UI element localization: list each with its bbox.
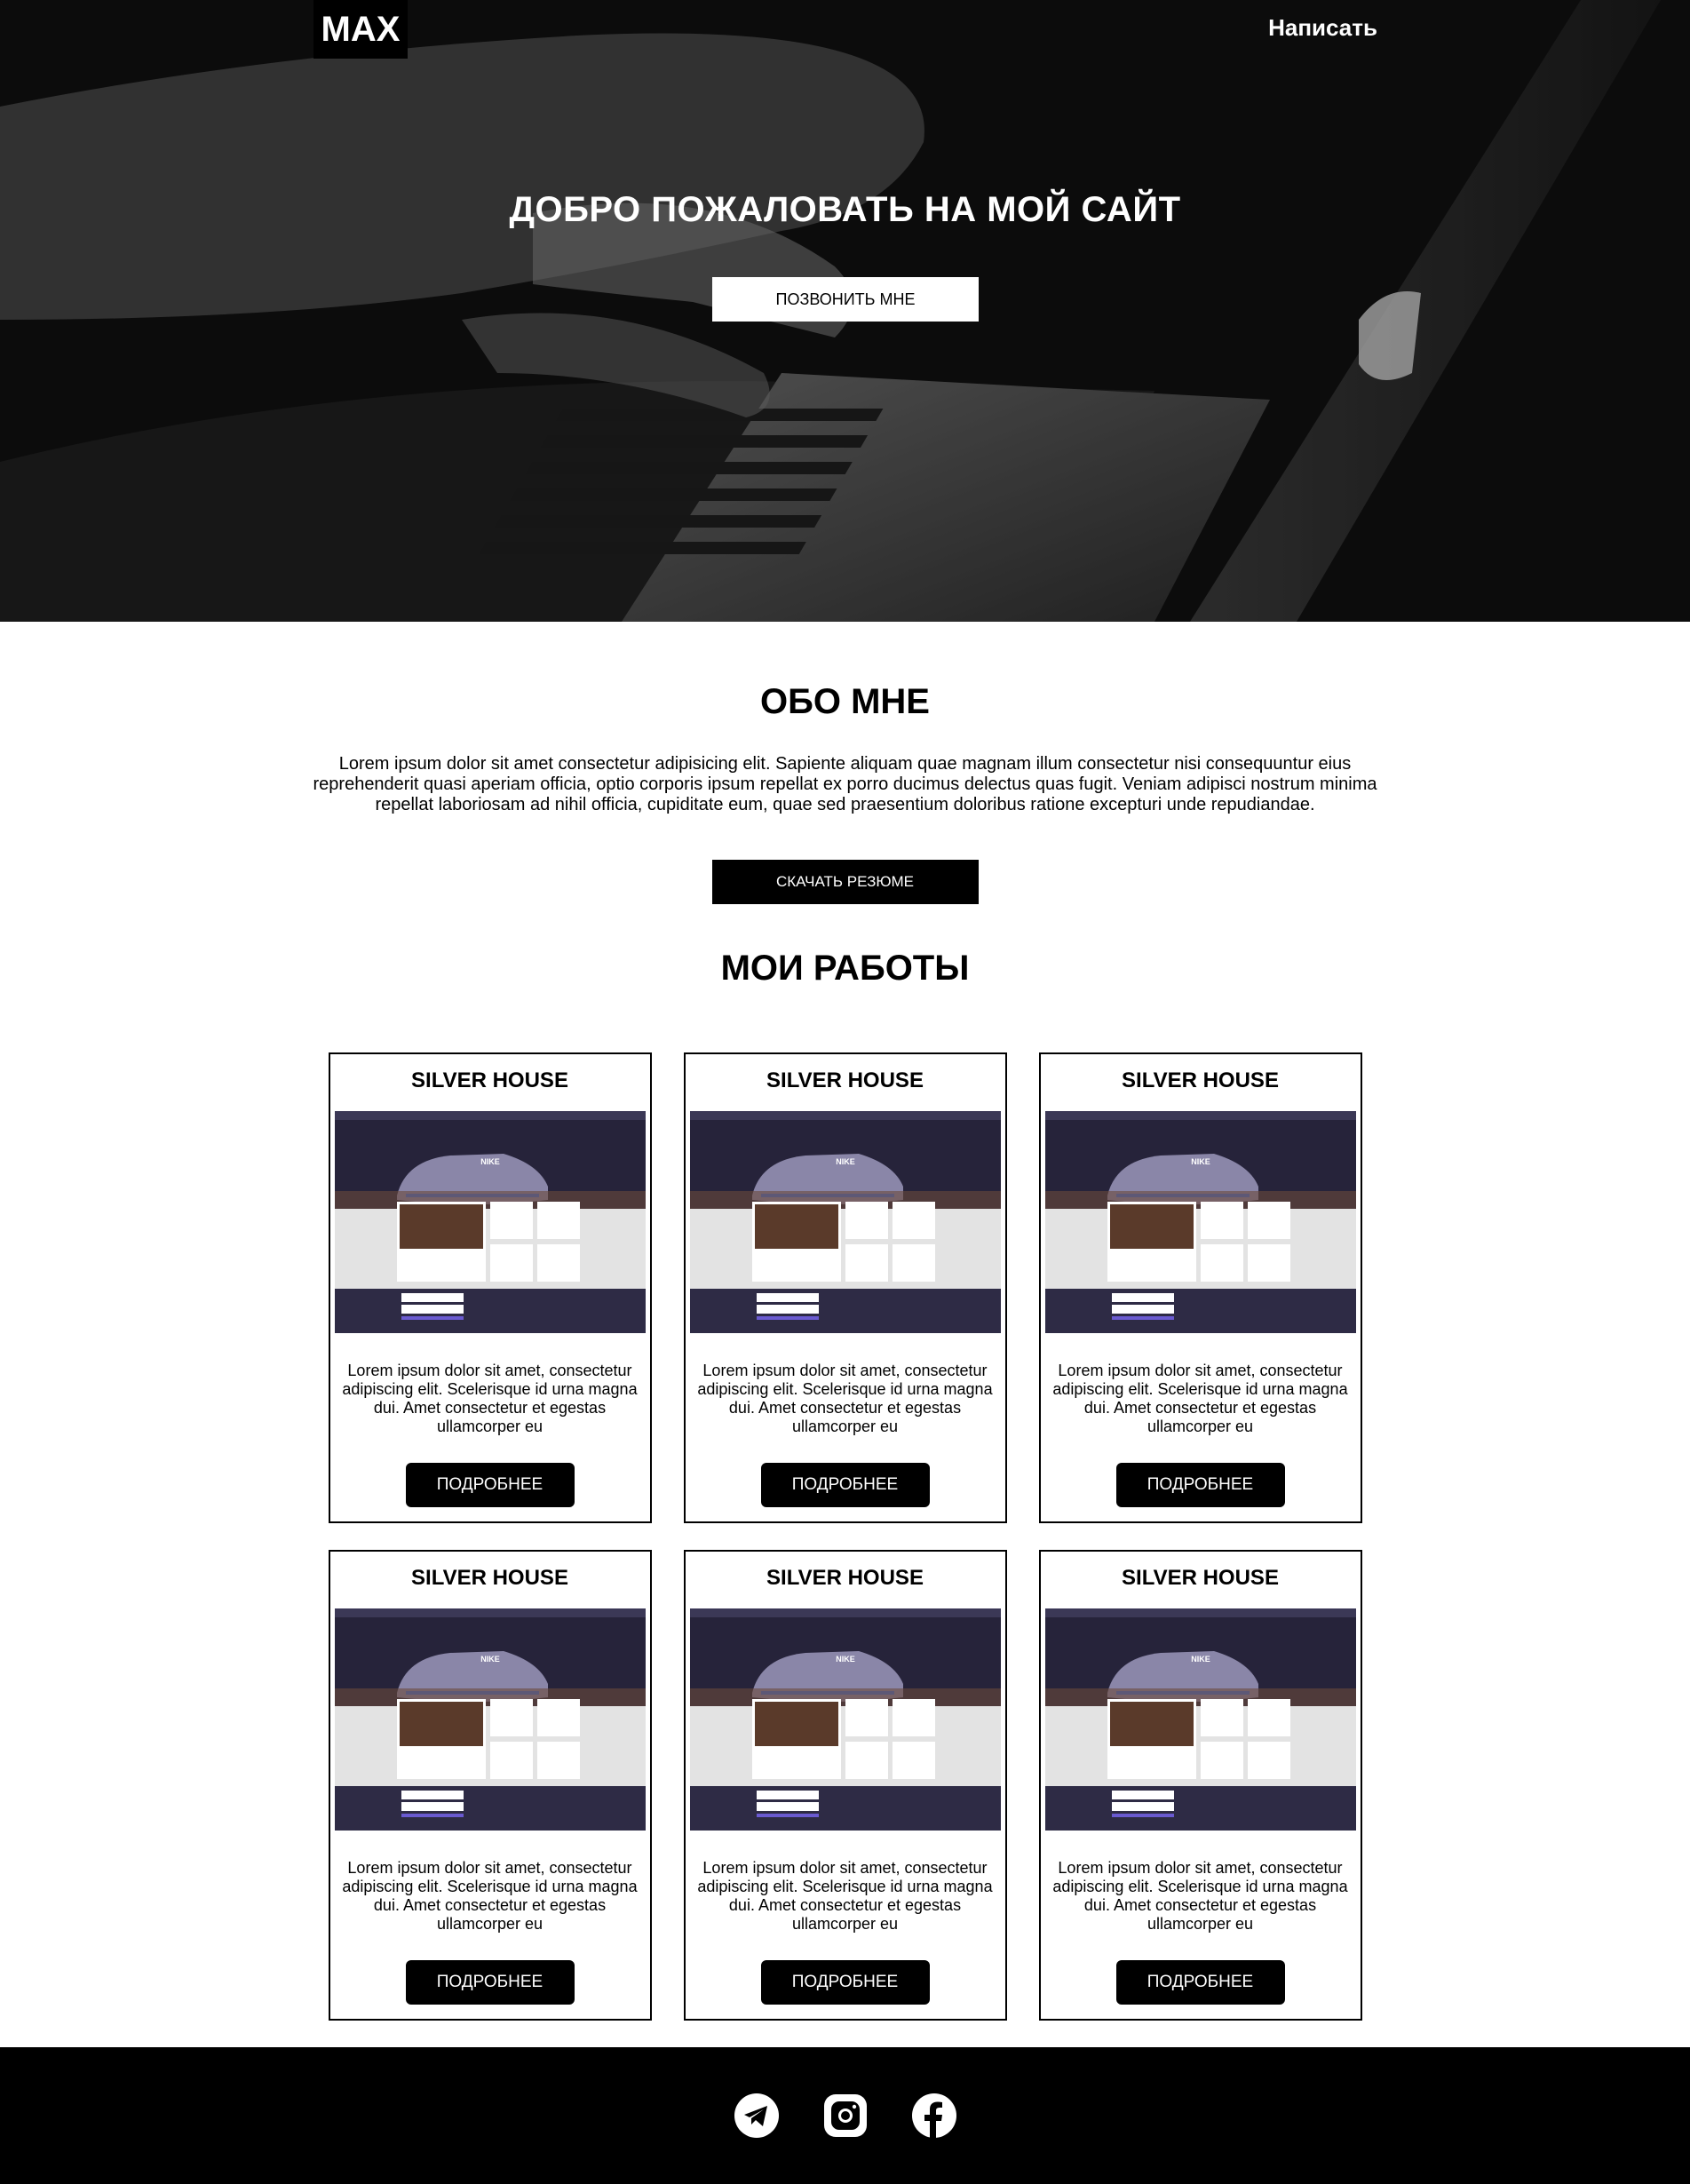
work-card-text: Lorem ipsum dolor sit amet, consectetur … (1052, 1859, 1348, 1933)
about-title: ОБО МНЕ (760, 682, 930, 721)
details-button[interactable]: ПОДРОБНЕЕ (760, 1960, 930, 2005)
svg-text:NIKE: NIKE (1191, 1655, 1210, 1664)
work-thumbnail-image: NIKE (334, 1608, 646, 1831)
work-card: SILVER HOUSE NIKE Lorem ipsum dolor sit … (683, 1052, 1007, 1523)
work-card: SILVER HOUSE NIKE Lorem ipsum dolor sit … (1038, 1052, 1362, 1523)
work-card: SILVER HOUSE NIKE Lorem ipsum dolor sit … (328, 1052, 652, 1523)
facebook-icon[interactable] (911, 2093, 956, 2138)
details-button[interactable]: ПОДРОБНЕЕ (1115, 1463, 1285, 1507)
hero-title: ДОБРО ПОЖАЛОВАТЬ НА МОЙ САЙТ (509, 190, 1181, 229)
work-card: SILVER HOUSE NIKE Lorem ipsum dolor sit … (328, 1550, 652, 2021)
about-text: Lorem ipsum dolor sit amet consectetur a… (313, 754, 1377, 814)
work-card-title: SILVER HOUSE (766, 1566, 924, 1590)
details-button[interactable]: ПОДРОБНЕЕ (760, 1463, 930, 1507)
site-logo[interactable]: MAX (313, 0, 408, 59)
details-button[interactable]: ПОДРОБНЕЕ (405, 1463, 575, 1507)
work-card-title: SILVER HOUSE (1122, 1068, 1279, 1092)
work-card-text: Lorem ipsum dolor sit amet, consectetur … (342, 1362, 638, 1435)
work-thumbnail-image: NIKE (689, 1111, 1001, 1333)
telegram-icon[interactable] (734, 2093, 779, 2138)
svg-text:NIKE: NIKE (836, 1157, 855, 1166)
details-button[interactable]: ПОДРОБНЕЕ (1115, 1960, 1285, 2005)
work-thumbnail-image: NIKE (1044, 1111, 1356, 1333)
works-grid: SILVER HOUSE NIKE Lorem ipsum dolor sit … (313, 1052, 1378, 2021)
work-card-title: SILVER HOUSE (411, 1566, 568, 1590)
work-card-title: SILVER HOUSE (411, 1068, 568, 1092)
svg-text:NIKE: NIKE (480, 1157, 500, 1166)
write-link[interactable]: Написать (1268, 14, 1377, 42)
svg-text:NIKE: NIKE (480, 1655, 500, 1664)
top-navigation: MAX Написать (0, 0, 1690, 59)
works-title: МОИ РАБОТЫ (720, 949, 970, 988)
svg-text:NIKE: NIKE (1191, 1157, 1210, 1166)
work-thumbnail-image: NIKE (1044, 1608, 1356, 1831)
download-resume-button[interactable]: СКАЧАТЬ РЕЗЮМЕ (711, 860, 979, 904)
svg-text:NIKE: NIKE (836, 1655, 855, 1664)
work-card-title: SILVER HOUSE (1122, 1566, 1279, 1590)
work-card-text: Lorem ipsum dolor sit amet, consectetur … (697, 1859, 993, 1933)
footer (0, 2047, 1690, 2184)
call-me-button[interactable]: ПОЗВОНИТЬ МНЕ (712, 277, 979, 322)
work-card-text: Lorem ipsum dolor sit amet, consectetur … (697, 1362, 993, 1435)
details-button[interactable]: ПОДРОБНЕЕ (405, 1960, 575, 2005)
work-card-title: SILVER HOUSE (766, 1068, 924, 1092)
hero-section: MAX Написать ДОБРО ПОЖАЛОВАТЬ НА МОЙ САЙ… (0, 0, 1690, 622)
instagram-icon[interactable] (823, 2093, 868, 2138)
work-card: SILVER HOUSE NIKE Lorem ipsum dolor sit … (1038, 1550, 1362, 2021)
work-card-text: Lorem ipsum dolor sit amet, consectetur … (342, 1859, 638, 1933)
work-card-text: Lorem ipsum dolor sit amet, consectetur … (1052, 1362, 1348, 1435)
work-card: SILVER HOUSE NIKE Lorem ipsum dolor sit … (683, 1550, 1007, 2021)
work-thumbnail-image: NIKE (334, 1111, 646, 1333)
work-thumbnail-image: NIKE (689, 1608, 1001, 1831)
about-section: ОБО МНЕ Lorem ipsum dolor sit amet conse… (0, 622, 1690, 989)
